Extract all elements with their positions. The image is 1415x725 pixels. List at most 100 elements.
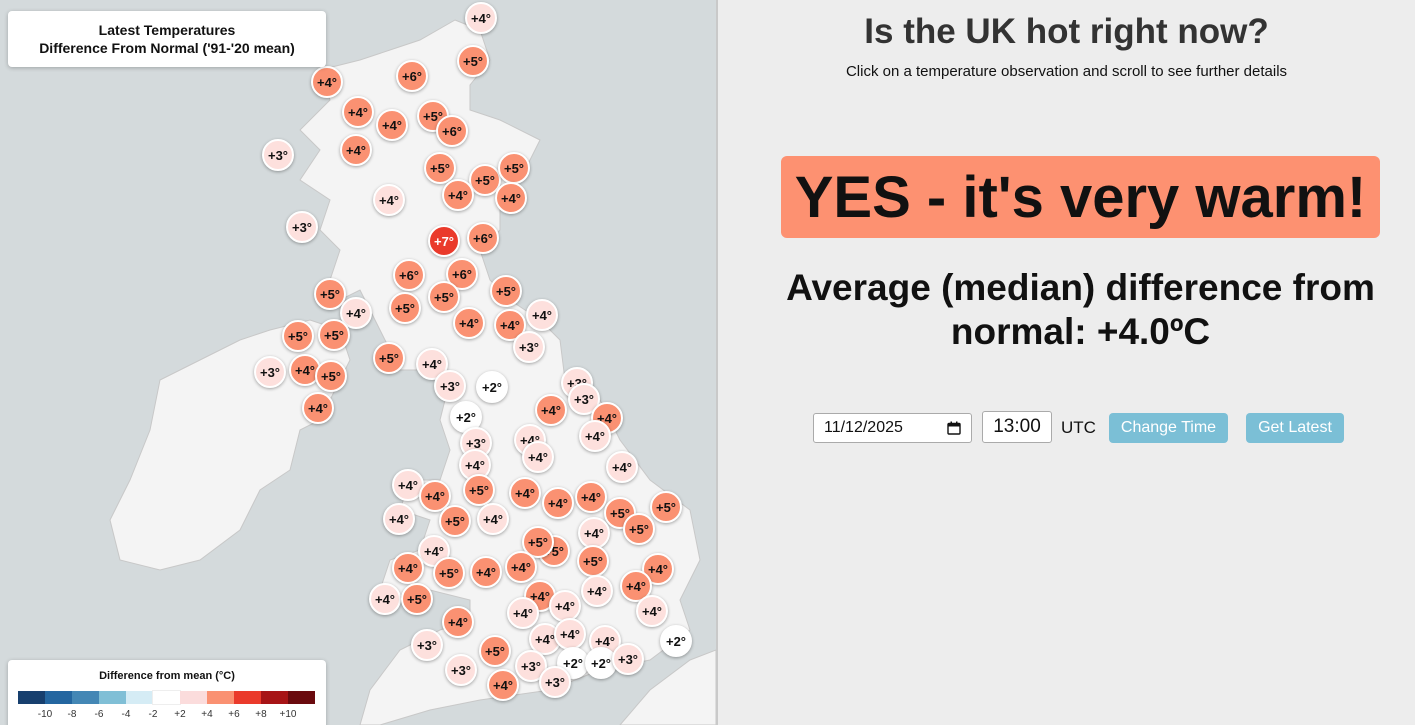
temperature-marker[interactable]: +4° xyxy=(606,451,638,483)
temperature-marker[interactable]: +6° xyxy=(467,222,499,254)
legend-swatch xyxy=(18,691,45,704)
legend-ticks: -10 -8 -6 -4 -2 +2 +4 +6 +8 +10 xyxy=(18,709,315,721)
temperature-marker[interactable]: +5° xyxy=(315,360,347,392)
legend-tick-label: +6 xyxy=(228,709,240,720)
temperature-marker[interactable]: +5° xyxy=(498,152,530,184)
temperature-marker[interactable]: +5° xyxy=(428,281,460,313)
temperature-marker[interactable]: +5° xyxy=(389,292,421,324)
temperature-marker[interactable]: +4° xyxy=(495,182,527,214)
temperature-marker[interactable]: +5° xyxy=(490,275,522,307)
temperature-marker[interactable]: +4° xyxy=(581,575,613,607)
legend-swatch xyxy=(45,691,72,704)
legend-swatch xyxy=(288,691,315,704)
time-input[interactable]: 13:00 xyxy=(982,411,1052,443)
temperature-marker[interactable]: +5° xyxy=(282,320,314,352)
temperature-marker[interactable]: +6° xyxy=(396,60,428,92)
temperature-marker[interactable]: +4° xyxy=(505,551,537,583)
calendar-icon[interactable] xyxy=(947,421,961,435)
median-difference-text: Average (median) difference from normal:… xyxy=(786,267,1375,352)
temperature-marker[interactable]: +4° xyxy=(311,66,343,98)
date-input[interactable]: 11/12/2025 xyxy=(813,413,972,443)
temperature-marker[interactable]: +5° xyxy=(623,513,655,545)
legend-swatch xyxy=(126,691,153,704)
temperature-marker[interactable]: +4° xyxy=(442,606,474,638)
temperature-marker[interactable]: +4° xyxy=(477,503,509,535)
temperature-marker[interactable]: +4° xyxy=(554,618,586,650)
temperature-marker[interactable]: +3° xyxy=(262,139,294,171)
info-panel: Is the UK hot right now? Click on a temp… xyxy=(718,0,1415,725)
verdict-banner: YES - it's very warm! xyxy=(781,156,1380,238)
temperature-marker[interactable]: +4° xyxy=(453,307,485,339)
temperature-marker[interactable]: +4° xyxy=(487,669,519,701)
temperature-marker[interactable]: +6° xyxy=(436,115,468,147)
temperature-marker[interactable]: +4° xyxy=(549,590,581,622)
temperature-marker[interactable]: +4° xyxy=(369,583,401,615)
temperature-marker[interactable]: +7° xyxy=(428,225,460,257)
temperature-marker[interactable]: +6° xyxy=(393,259,425,291)
temperature-marker[interactable]: +4° xyxy=(392,552,424,584)
page-title: Is the UK hot right now? xyxy=(864,12,1269,51)
legend-swatch xyxy=(152,690,181,705)
temperature-marker[interactable]: +3° xyxy=(411,629,443,661)
temperature-marker[interactable]: +3° xyxy=(434,370,466,402)
temperature-marker[interactable]: +3° xyxy=(445,654,477,686)
temperature-marker[interactable]: +4° xyxy=(507,597,539,629)
timezone-label: UTC xyxy=(1061,418,1096,437)
temperature-marker[interactable]: +4° xyxy=(302,392,334,424)
temperature-marker[interactable]: +4° xyxy=(465,2,497,34)
temperature-marker[interactable]: +3° xyxy=(539,666,571,698)
temperature-marker[interactable]: +4° xyxy=(575,481,607,513)
legend-swatch xyxy=(234,691,261,704)
legend-swatch xyxy=(99,691,126,704)
temperature-marker[interactable]: +3° xyxy=(286,211,318,243)
temperature-marker[interactable]: +5° xyxy=(373,342,405,374)
temperature-marker[interactable]: +4° xyxy=(470,556,502,588)
temperature-marker[interactable]: +4° xyxy=(535,394,567,426)
temperature-marker[interactable]: +5° xyxy=(577,545,609,577)
legend-swatch xyxy=(180,691,207,704)
temperature-marker[interactable]: +3° xyxy=(254,356,286,388)
map-title-panel: Latest Temperatures Difference From Norm… xyxy=(8,11,326,67)
temperature-marker[interactable]: +5° xyxy=(439,505,471,537)
temperature-marker[interactable]: +5° xyxy=(433,557,465,589)
legend-color-bar xyxy=(18,690,315,705)
legend-swatch xyxy=(207,691,234,704)
temperature-map[interactable]: +4° +5° +4° +6° +4° +4° +5° +6° +3° +4° +5° +5° +5° +… xyxy=(0,0,716,725)
color-legend: Difference from mean (°C) -10 -8 -6 -4 -2 +2 +… xyxy=(8,660,326,725)
temperature-marker[interactable]: +5° xyxy=(479,635,511,667)
legend-tick-label: -6 xyxy=(94,709,104,720)
temperature-marker[interactable]: +5° xyxy=(650,491,682,523)
temperature-marker[interactable]: +4° xyxy=(373,184,405,216)
temperature-marker[interactable]: +5° xyxy=(457,45,489,77)
temperature-marker[interactable]: +4° xyxy=(383,503,415,535)
get-latest-button[interactable]: Get Latest xyxy=(1246,413,1344,443)
temperature-marker[interactable]: +4° xyxy=(509,477,541,509)
temperature-marker[interactable]: +4° xyxy=(376,109,408,141)
temperature-marker[interactable]: +4° xyxy=(442,179,474,211)
map-title-line2: Difference From Normal ('91-'20 mean) xyxy=(39,40,295,56)
temperature-marker[interactable]: +4° xyxy=(522,441,554,473)
temperature-marker[interactable]: +5° xyxy=(318,319,350,351)
temperature-marker[interactable]: +4° xyxy=(526,299,558,331)
temperature-marker[interactable]: +2° xyxy=(660,625,692,657)
temperature-marker[interactable]: +3° xyxy=(513,331,545,363)
temperature-marker[interactable]: +4° xyxy=(542,487,574,519)
time-controls: 11/12/2025 13:00 UTC Change Time Get Lat… xyxy=(718,411,1415,443)
temperature-marker[interactable]: +3° xyxy=(612,643,644,675)
legend-tick-label: +2 xyxy=(174,709,186,720)
legend-tick-label: -4 xyxy=(121,709,131,720)
map-title-line1: Latest Temperatures xyxy=(98,22,236,38)
temperature-marker[interactable]: +4° xyxy=(340,134,372,166)
temperature-marker[interactable]: +2° xyxy=(476,371,508,403)
change-time-button[interactable]: Change Time xyxy=(1109,413,1228,443)
temperature-marker[interactable]: +4° xyxy=(342,96,374,128)
temperature-marker[interactable]: +5° xyxy=(463,474,495,506)
temperature-marker[interactable]: +4° xyxy=(579,420,611,452)
page-subtitle: Click on a temperature observation and s… xyxy=(845,63,1288,80)
legend-title: Difference from mean (°C) xyxy=(99,670,235,682)
legend-tick-label: +4 xyxy=(201,709,213,720)
legend-tick-label: -8 xyxy=(67,709,77,720)
legend-tick-label: -10 xyxy=(37,709,53,720)
temperature-marker[interactable]: +5° xyxy=(401,583,433,615)
temperature-marker[interactable]: +4° xyxy=(636,595,668,627)
